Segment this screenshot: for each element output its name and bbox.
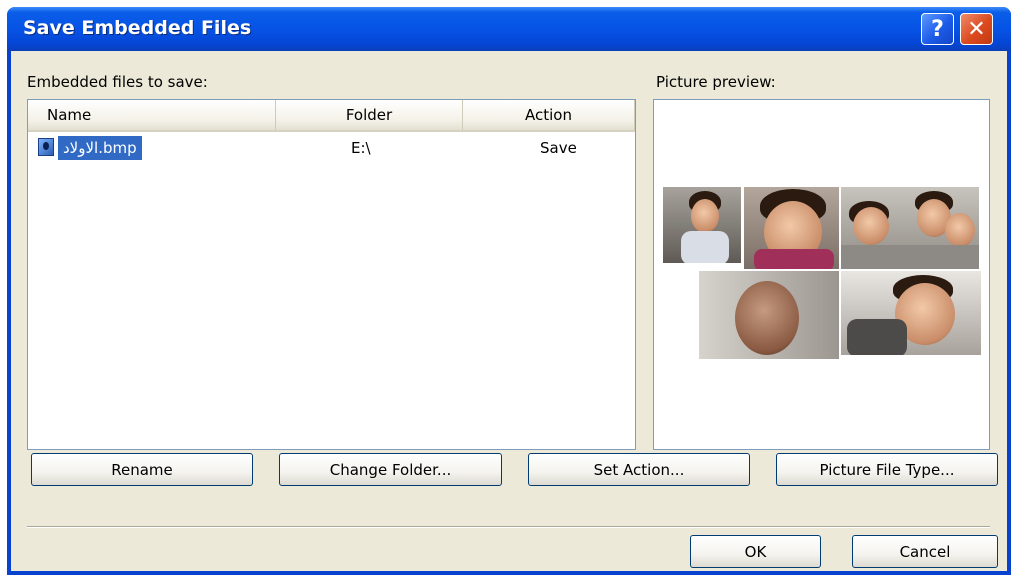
picture-file-type-button[interactable]: Picture File Type... bbox=[776, 453, 998, 486]
picture-preview-label: Picture preview: bbox=[656, 73, 776, 91]
table-row[interactable]: الاولاد.bmp E:\ Save bbox=[28, 134, 635, 162]
window-title: Save Embedded Files bbox=[23, 17, 252, 39]
ok-button[interactable]: OK bbox=[690, 535, 821, 568]
preview-photo bbox=[840, 186, 980, 270]
embedded-files-label: Embedded files to save: bbox=[27, 73, 208, 91]
folder-cell: E:\ bbox=[351, 139, 371, 157]
title-bar[interactable]: Save Embedded Files ? ✕ bbox=[7, 7, 1011, 51]
dialog-window: Save Embedded Files ? ✕ Embedded files t… bbox=[7, 7, 1011, 575]
preview-photo bbox=[698, 270, 840, 360]
action-cell: Save bbox=[540, 139, 577, 157]
set-action-button[interactable]: Set Action... bbox=[528, 453, 750, 486]
rename-button[interactable]: Rename bbox=[31, 453, 253, 486]
column-header-action[interactable]: Action bbox=[463, 100, 635, 130]
close-icon: ✕ bbox=[967, 16, 986, 42]
cancel-button[interactable]: Cancel bbox=[852, 535, 998, 568]
embedded-files-list[interactable]: Name Folder Action الاولاد.bmp E:\ Save bbox=[27, 99, 636, 450]
separator bbox=[27, 526, 990, 528]
column-header-name[interactable]: Name bbox=[28, 100, 276, 130]
column-header-folder[interactable]: Folder bbox=[276, 100, 463, 130]
preview-photo bbox=[662, 186, 742, 264]
bitmap-file-icon bbox=[38, 138, 54, 156]
close-button[interactable]: ✕ bbox=[960, 13, 993, 45]
list-header: Name Folder Action bbox=[28, 100, 635, 132]
picture-preview-pane bbox=[653, 99, 990, 450]
help-button[interactable]: ? bbox=[921, 13, 954, 45]
change-folder-button[interactable]: Change Folder... bbox=[279, 453, 502, 486]
preview-photo bbox=[743, 186, 840, 270]
dialog-body: Embedded files to save: Picture preview:… bbox=[11, 51, 1007, 571]
help-icon: ? bbox=[931, 16, 944, 42]
preview-photo bbox=[840, 270, 982, 356]
file-name-cell: الاولاد.bmp bbox=[58, 136, 142, 160]
